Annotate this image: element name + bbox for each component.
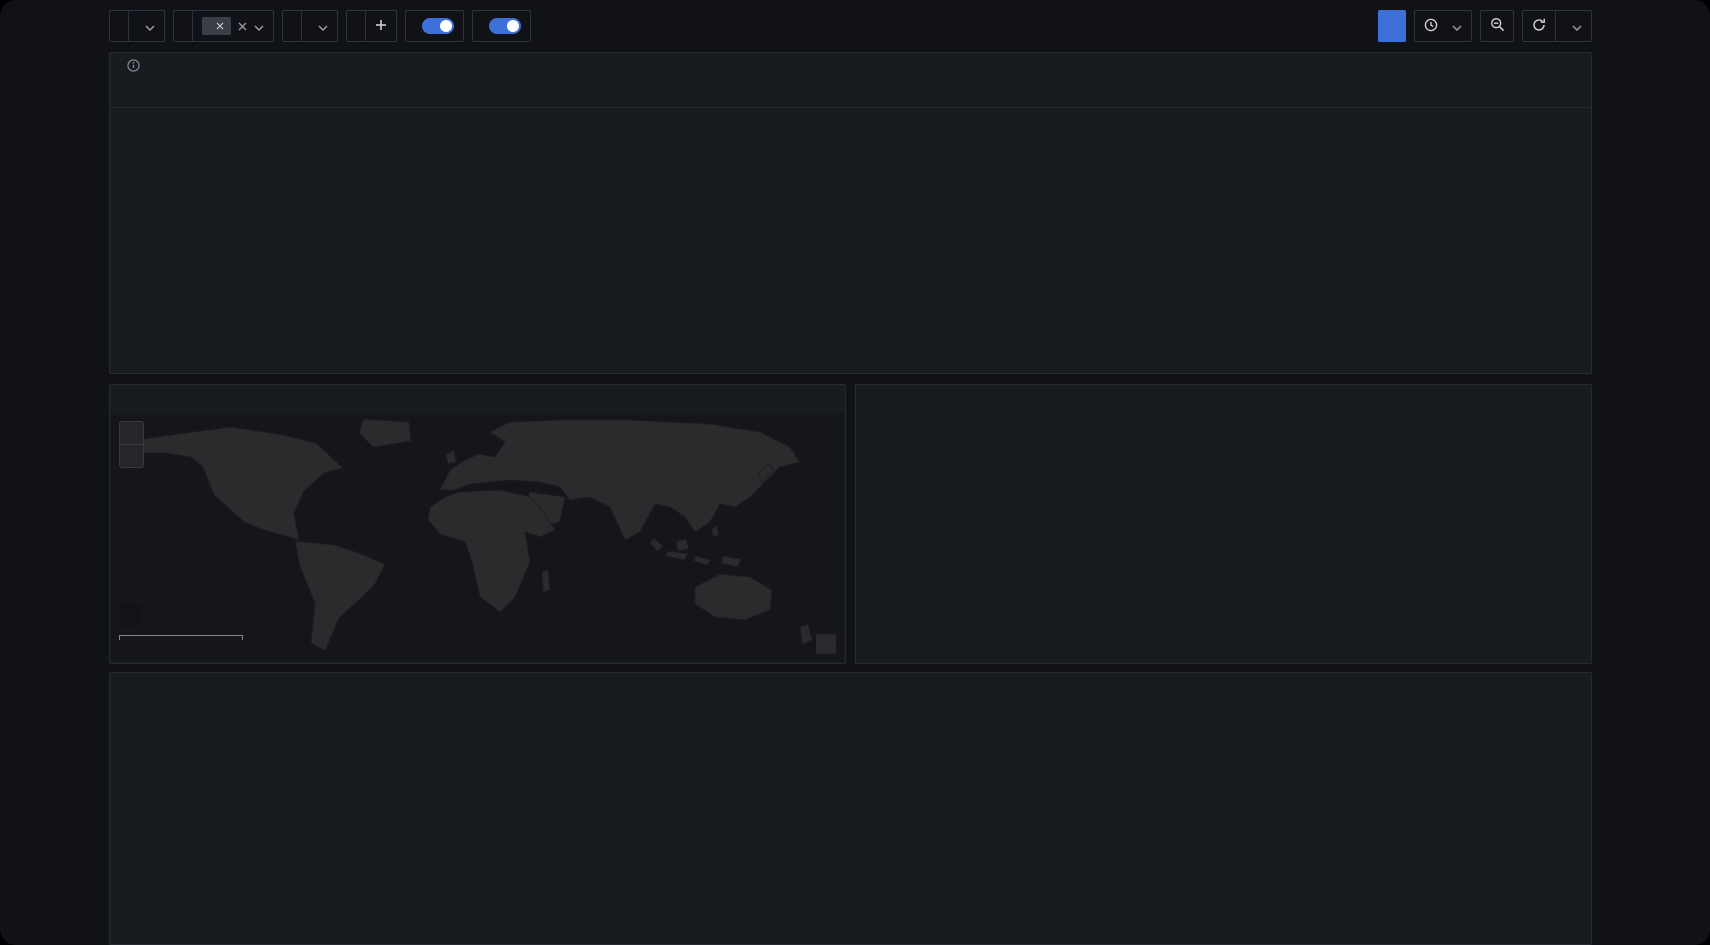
probe-chip[interactable] xyxy=(202,17,231,35)
latency-chart[interactable] xyxy=(110,701,1591,856)
probe-filter[interactable] xyxy=(173,10,274,42)
world-map[interactable] xyxy=(111,413,844,662)
map-zoom-control xyxy=(119,421,144,468)
refresh-icon xyxy=(1532,18,1546,35)
error-chart-legend xyxy=(856,590,1591,594)
map-legend xyxy=(119,604,141,626)
map-scale-bar xyxy=(119,635,243,640)
chevron-down-icon xyxy=(1572,19,1582,34)
probe-label xyxy=(174,11,192,41)
chevron-down-icon xyxy=(145,19,155,34)
check-error-percentage-panel xyxy=(855,384,1592,664)
world-map-svg[interactable] xyxy=(111,413,844,662)
chevron-down-icon xyxy=(318,19,328,34)
chip-close-icon[interactable] xyxy=(216,19,224,33)
alerts-pending-toggle[interactable] xyxy=(489,18,521,34)
error-chart[interactable] xyxy=(856,413,1591,585)
check-type-select[interactable] xyxy=(301,11,337,41)
add-new-check-button[interactable] xyxy=(1378,10,1406,42)
dashboard-frame xyxy=(0,0,1710,945)
error-rate-map-panel xyxy=(109,384,846,664)
region-label xyxy=(110,11,128,41)
alerts-firing-toggle[interactable] xyxy=(422,18,454,34)
map-attribution-icon[interactable] xyxy=(816,634,836,654)
add-filter-button[interactable] xyxy=(365,11,396,41)
refresh-interval-select[interactable] xyxy=(1555,11,1591,41)
zoom-out-time-button[interactable] xyxy=(1480,10,1514,42)
check-type-filter[interactable] xyxy=(282,10,338,42)
time-range-picker[interactable] xyxy=(1414,10,1472,42)
plus-icon xyxy=(375,19,387,34)
info-icon[interactable] xyxy=(127,59,140,75)
region-filter[interactable] xyxy=(109,10,165,42)
region-select[interactable] xyxy=(128,11,164,41)
chevron-down-icon[interactable] xyxy=(254,19,264,34)
refresh-button[interactable] xyxy=(1523,11,1555,41)
zoom-in-button[interactable] xyxy=(120,422,143,444)
clock-icon xyxy=(1424,18,1438,35)
chevron-down-icon xyxy=(1452,19,1462,34)
all-checks-panel xyxy=(109,52,1592,374)
alerts-pending-control xyxy=(472,10,531,42)
latency-panel xyxy=(109,672,1592,945)
refresh-control[interactable] xyxy=(1522,10,1592,42)
alerts-firing-control xyxy=(405,10,464,42)
filters-control[interactable] xyxy=(346,10,397,42)
probe-values[interactable] xyxy=(192,11,273,41)
table-header xyxy=(110,81,1591,108)
zoom-out-button[interactable] xyxy=(120,444,143,467)
filters-label xyxy=(347,11,365,41)
zoom-out-icon xyxy=(1490,17,1505,35)
clear-all-icon[interactable] xyxy=(238,19,247,34)
latency-chart-legend xyxy=(110,861,1591,865)
toolbar xyxy=(109,10,1592,42)
check-type-label xyxy=(283,11,301,41)
